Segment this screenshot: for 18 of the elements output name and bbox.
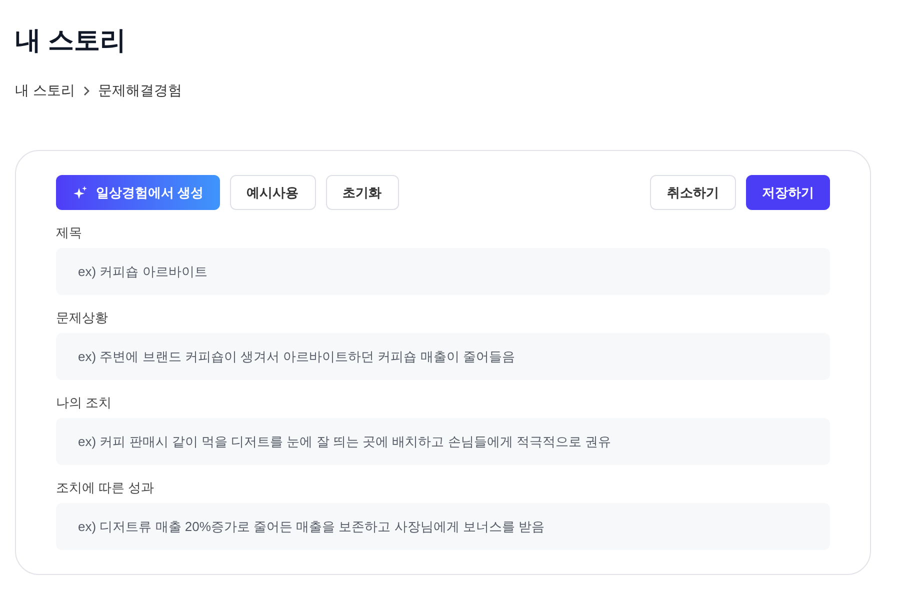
input-field[interactable]: ex) 커피숍 아르바이트 — [56, 248, 830, 295]
breadcrumb-item[interactable]: 문제해결경험 — [98, 82, 182, 100]
breadcrumb-item[interactable]: 내 스토리 — [15, 82, 75, 100]
field-label: 문제상황 — [56, 309, 109, 327]
field-label: 조치에 따른 성과 — [56, 479, 156, 497]
save-button[interactable]: 저장하기 — [746, 175, 830, 210]
input-field[interactable]: ex) 커피 판매시 같이 먹을 디저트를 눈에 잘 띄는 곳에 배치하고 손님들에게 적극적으로 권유 — [56, 418, 830, 465]
action-button[interactable]: 취소하기 — [650, 175, 736, 210]
page-title: 내 스토리 — [15, 24, 128, 57]
input-field[interactable]: ex) 디저트류 매출 20%증가로 줄어든 매출을 보존하고 사장님에게 보너스를 받음 — [56, 503, 830, 550]
sparkle-icon — [72, 184, 88, 200]
field-label: 제목 — [56, 224, 83, 242]
action-button[interactable]: 예시사용 — [230, 175, 316, 210]
input-field[interactable]: ex) 주변에 브랜드 커피숍이 생겨서 아르바이트하던 커피숍 매출이 줄어들음 — [56, 333, 830, 380]
generate-button[interactable]: 일상경험에서 생성 — [56, 175, 220, 210]
field-label: 나의 조치 — [56, 394, 113, 412]
action-button[interactable]: 초기화 — [326, 175, 399, 210]
chevron-right-icon — [82, 86, 90, 96]
